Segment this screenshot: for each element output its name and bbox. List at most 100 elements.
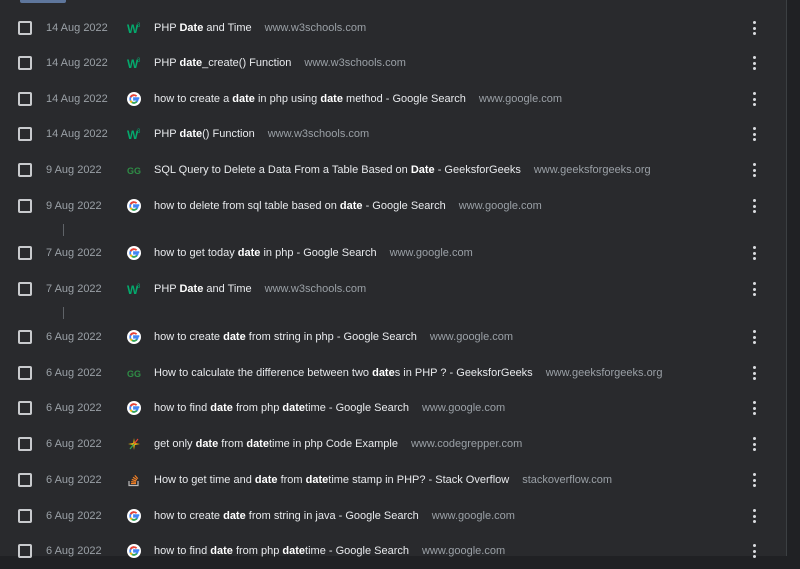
history-row[interactable]: 14 Aug 2022 how to create a date in php u… <box>0 81 786 117</box>
page-title[interactable]: how to find date from php datetime - Goo… <box>154 402 409 414</box>
w3schools-icon: W3 <box>127 127 141 142</box>
more-actions-icon[interactable] <box>749 199 759 213</box>
history-entry-link[interactable]: how to get today date in php - Google Se… <box>154 247 473 259</box>
site-domain: www.google.com <box>478 93 563 105</box>
more-actions-icon[interactable] <box>749 401 759 415</box>
history-row[interactable]: 6 Aug 2022 GG How to calculate the differe… <box>0 355 786 391</box>
history-entry-link[interactable]: PHP date() Function www.w3schools.com <box>154 128 369 140</box>
history-row[interactable]: 14 Aug 2022 W 3 PHP date() Function www.w3sc… <box>0 116 786 152</box>
row-checkbox[interactable] <box>18 92 32 106</box>
page-title[interactable]: how to create date from string in php - … <box>154 331 417 343</box>
history-row[interactable]: 7 Aug 2022 W 3 PHP Date and Time www.w3schoo… <box>0 271 786 307</box>
page-title[interactable]: PHP Date and Time <box>154 283 252 295</box>
history-row[interactable]: 7 Aug 2022 how to get today date in php -… <box>0 235 786 271</box>
title-text: from string in php - Google Search <box>245 331 417 343</box>
visit-date: 14 Aug 2022 <box>46 22 108 34</box>
visit-date: 14 Aug 2022 <box>46 57 108 69</box>
page-title[interactable]: how to create date from string in java -… <box>154 510 419 522</box>
history-row[interactable]: 9 Aug 2022 GG SQL Query to Delete a Data F… <box>0 152 786 188</box>
site-domain: www.google.com <box>458 200 542 212</box>
more-actions-icon[interactable] <box>749 282 759 296</box>
page-title[interactable]: get only date from datetime in php Code … <box>154 438 398 450</box>
geeksforgeeks-icon: GG <box>127 366 141 380</box>
site-domain: www.google.com <box>429 331 514 343</box>
history-entry-link[interactable]: how to create a date in php using date m… <box>154 93 562 105</box>
history-row[interactable]: 14 Aug 2022 W 3 PHP Date and Time www.w3scho… <box>0 10 786 46</box>
history-entry-link[interactable]: how to find date from php datetime - Goo… <box>154 545 505 557</box>
row-checkbox[interactable] <box>18 127 32 141</box>
page-title[interactable]: How to calculate the difference between … <box>154 367 533 379</box>
query-match-text: date <box>372 367 395 379</box>
title-text: from <box>218 438 247 450</box>
history-row[interactable]: 6 Aug 2022 How to get time and date from … <box>0 462 786 498</box>
title-text: how to get today <box>154 247 238 259</box>
row-checkbox[interactable] <box>18 401 32 415</box>
row-checkbox[interactable] <box>18 282 32 296</box>
row-checkbox[interactable] <box>18 330 32 344</box>
row-checkbox[interactable] <box>18 21 32 35</box>
page-title[interactable]: SQL Query to Delete a Data From a Table … <box>154 164 521 176</box>
google-icon <box>127 199 141 213</box>
site-domain: www.google.com <box>389 247 473 259</box>
query-match-text: Date <box>179 283 204 295</box>
page-title[interactable]: PHP date_create() Function <box>154 57 291 69</box>
history-entry-link[interactable]: PHP Date and Time www.w3schools.com <box>154 22 366 34</box>
more-actions-icon[interactable] <box>749 330 759 344</box>
more-actions-icon[interactable] <box>749 21 759 35</box>
page-title[interactable]: how to get today date in php - Google Se… <box>154 247 377 259</box>
w3schools-icon: W3 <box>127 56 141 71</box>
page-title[interactable]: how to create a date in php using date m… <box>154 93 466 105</box>
history-entry-link[interactable]: get only date from datetime in php Code … <box>154 438 522 450</box>
page-title[interactable]: PHP date() Function <box>154 128 255 140</box>
row-checkbox[interactable] <box>18 509 32 523</box>
history-row[interactable]: 6 Aug 2022 how to find date from php date… <box>0 390 786 426</box>
codegrepper-icon <box>127 437 141 451</box>
history-entry-link[interactable]: how to create date from string in php - … <box>154 331 513 343</box>
more-actions-icon[interactable] <box>749 163 759 177</box>
row-checkbox[interactable] <box>18 437 32 451</box>
more-actions-icon[interactable] <box>749 56 759 70</box>
history-row[interactable]: 6 Aug 2022 how to create date from string… <box>0 319 786 355</box>
history-row[interactable]: 6 Aug 2022 get only date from datetime in… <box>0 426 786 462</box>
history-entry-link[interactable]: SQL Query to Delete a Data From a Table … <box>154 164 651 176</box>
history-entry-link[interactable]: PHP date_create() Function www.w3schools.… <box>154 57 406 69</box>
scrollbar-track[interactable] <box>787 0 800 556</box>
more-actions-icon[interactable] <box>749 246 759 260</box>
history-entry-link[interactable]: how to find date from php datetime - Goo… <box>154 402 505 414</box>
history-entry-link[interactable]: how to create date from string in java -… <box>154 510 515 522</box>
page-title[interactable]: How to get time and date from datetime s… <box>154 474 509 486</box>
more-actions-icon[interactable] <box>749 509 759 523</box>
history-entry-link[interactable]: How to get time and date from datetime s… <box>154 474 612 486</box>
history-row[interactable]: 6 Aug 2022 how to create date from string… <box>0 498 786 534</box>
more-actions-icon[interactable] <box>749 92 759 106</box>
history-entry-link[interactable]: how to delete from sql table based on da… <box>154 200 542 212</box>
title-text: s in PHP ? - GeeksforGeeks <box>394 367 533 379</box>
title-text: _create() Function <box>202 57 292 69</box>
page-title[interactable]: how to find date from php datetime - Goo… <box>154 545 409 557</box>
row-checkbox[interactable] <box>18 163 32 177</box>
row-checkbox[interactable] <box>18 199 32 213</box>
page-title[interactable]: how to delete from sql table based on da… <box>154 200 446 212</box>
row-checkbox[interactable] <box>18 366 32 380</box>
top-tab-indicator <box>20 0 66 3</box>
title-text: PHP <box>154 283 180 295</box>
page-title[interactable]: PHP Date and Time <box>154 22 252 34</box>
history-row[interactable]: 9 Aug 2022 how to delete from sql table b… <box>0 188 786 224</box>
more-actions-icon[interactable] <box>749 437 759 451</box>
row-checkbox[interactable] <box>18 56 32 70</box>
more-actions-icon[interactable] <box>749 366 759 380</box>
visit-date: 9 Aug 2022 <box>46 200 102 212</box>
title-text: time stamp in PHP? - Stack Overflow <box>328 474 510 486</box>
row-checkbox[interactable] <box>18 473 32 487</box>
history-entry-link[interactable]: PHP Date and Time www.w3schools.com <box>154 283 366 295</box>
query-match-text: Date <box>410 164 435 176</box>
site-domain: www.w3schools.com <box>267 128 370 140</box>
history-entry-link[interactable]: How to calculate the difference between … <box>154 367 662 379</box>
more-actions-icon[interactable] <box>749 127 759 141</box>
more-actions-icon[interactable] <box>749 473 759 487</box>
row-checkbox[interactable] <box>18 246 32 260</box>
history-row[interactable]: 14 Aug 2022 W 3 PHP date_create() Function w… <box>0 45 786 81</box>
history-row[interactable]: 6 Aug 2022 how to find date from php date… <box>0 533 786 569</box>
visit-date: 6 Aug 2022 <box>46 438 102 450</box>
visit-date: 6 Aug 2022 <box>46 331 102 343</box>
